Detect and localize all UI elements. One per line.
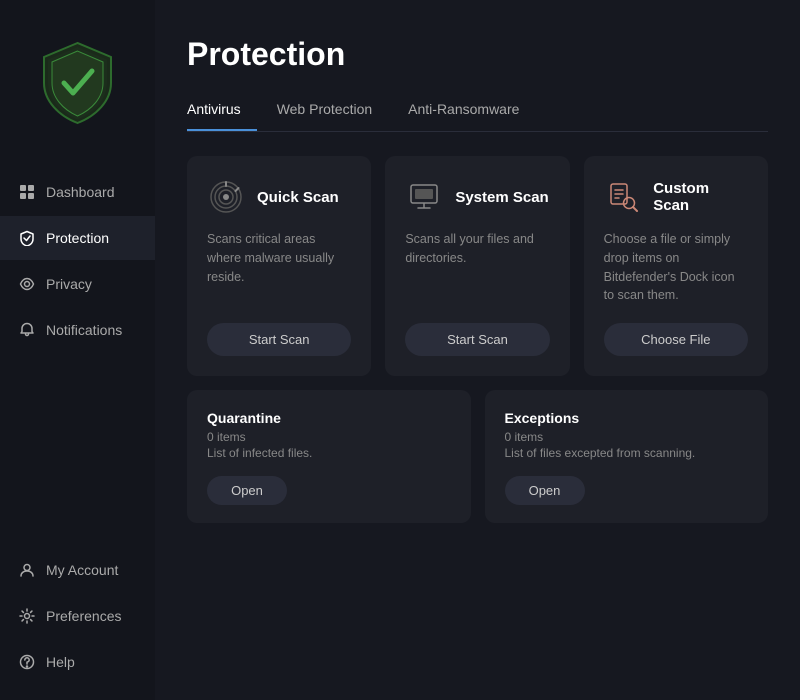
quick-scan-title: Quick Scan [257,189,339,206]
sidebar-item-preferences-label: Preferences [46,608,121,624]
quick-scan-header: Quick Scan [207,178,351,216]
help-icon [18,653,36,671]
sidebar-item-notifications-label: Notifications [46,322,122,338]
sidebar: Dashboard Protection Privacy Notificatio… [0,0,155,700]
custom-scan-desc: Choose a file or simply drop items on Bi… [604,230,748,305]
exceptions-card: Exceptions 0 items List of files excepte… [485,390,769,523]
sidebar-item-protection[interactable]: Protection [0,216,155,260]
sidebar-item-protection-label: Protection [46,230,109,246]
quarantine-desc: List of infected files. [207,446,451,460]
sidebar-item-help[interactable]: Help [0,640,155,684]
quick-scan-desc: Scans critical areas where malware usual… [207,230,351,305]
scan-cards-row: Quick Scan Scans critical areas where ma… [187,156,768,376]
sidebar-item-privacy-label: Privacy [46,276,92,292]
custom-scan-button[interactable]: Choose File [604,323,748,356]
exceptions-count: 0 items [505,430,749,444]
sidebar-item-privacy[interactable]: Privacy [0,262,155,306]
custom-scan-icon [604,178,642,216]
custom-scan-card: Custom Scan Choose a file or simply drop… [584,156,768,376]
tab-web-protection[interactable]: Web Protection [273,93,388,131]
page-title: Protection [187,36,768,73]
privacy-icon [18,275,36,293]
system-scan-icon [405,178,443,216]
quarantine-open-button[interactable]: Open [207,476,287,505]
dashboard-icon [18,183,36,201]
protection-icon [18,229,36,247]
my-account-icon [18,561,36,579]
system-scan-header: System Scan [405,178,549,216]
sidebar-item-help-label: Help [46,654,75,670]
quarantine-count: 0 items [207,430,451,444]
custom-scan-header: Custom Scan [604,178,748,216]
system-scan-button[interactable]: Start Scan [405,323,549,356]
sidebar-item-my-account[interactable]: My Account [0,548,155,592]
sidebar-bottom: My Account Preferences Help [0,548,155,700]
exceptions-open-button[interactable]: Open [505,476,585,505]
system-scan-title: System Scan [455,189,548,206]
custom-scan-title: Custom Scan [653,180,748,214]
preferences-icon [18,607,36,625]
sidebar-item-my-account-label: My Account [46,562,118,578]
system-scan-desc: Scans all your files and directories. [405,230,549,305]
sidebar-item-dashboard[interactable]: Dashboard [0,170,155,214]
quick-scan-card: Quick Scan Scans critical areas where ma… [187,156,371,376]
sidebar-item-dashboard-label: Dashboard [46,184,115,200]
notifications-icon [18,321,36,339]
exceptions-desc: List of files excepted from scanning. [505,446,749,460]
bottom-cards-row: Quarantine 0 items List of infected file… [187,390,768,523]
quarantine-title: Quarantine [207,410,451,426]
quick-scan-icon [207,178,245,216]
tab-anti-ransomware[interactable]: Anti-Ransomware [404,93,535,131]
exceptions-title: Exceptions [505,410,749,426]
tabs-bar: Antivirus Web Protection Anti-Ransomware [187,93,768,132]
sidebar-item-notifications[interactable]: Notifications [0,308,155,352]
quick-scan-button[interactable]: Start Scan [207,323,351,356]
sidebar-logo [0,0,155,170]
tab-antivirus[interactable]: Antivirus [187,93,257,131]
quarantine-card: Quarantine 0 items List of infected file… [187,390,471,523]
sidebar-nav: Dashboard Protection Privacy Notificatio… [0,170,155,548]
sidebar-item-preferences[interactable]: Preferences [0,594,155,638]
system-scan-card: System Scan Scans all your files and dir… [385,156,569,376]
main-content: Protection Antivirus Web Protection Anti… [155,0,800,700]
